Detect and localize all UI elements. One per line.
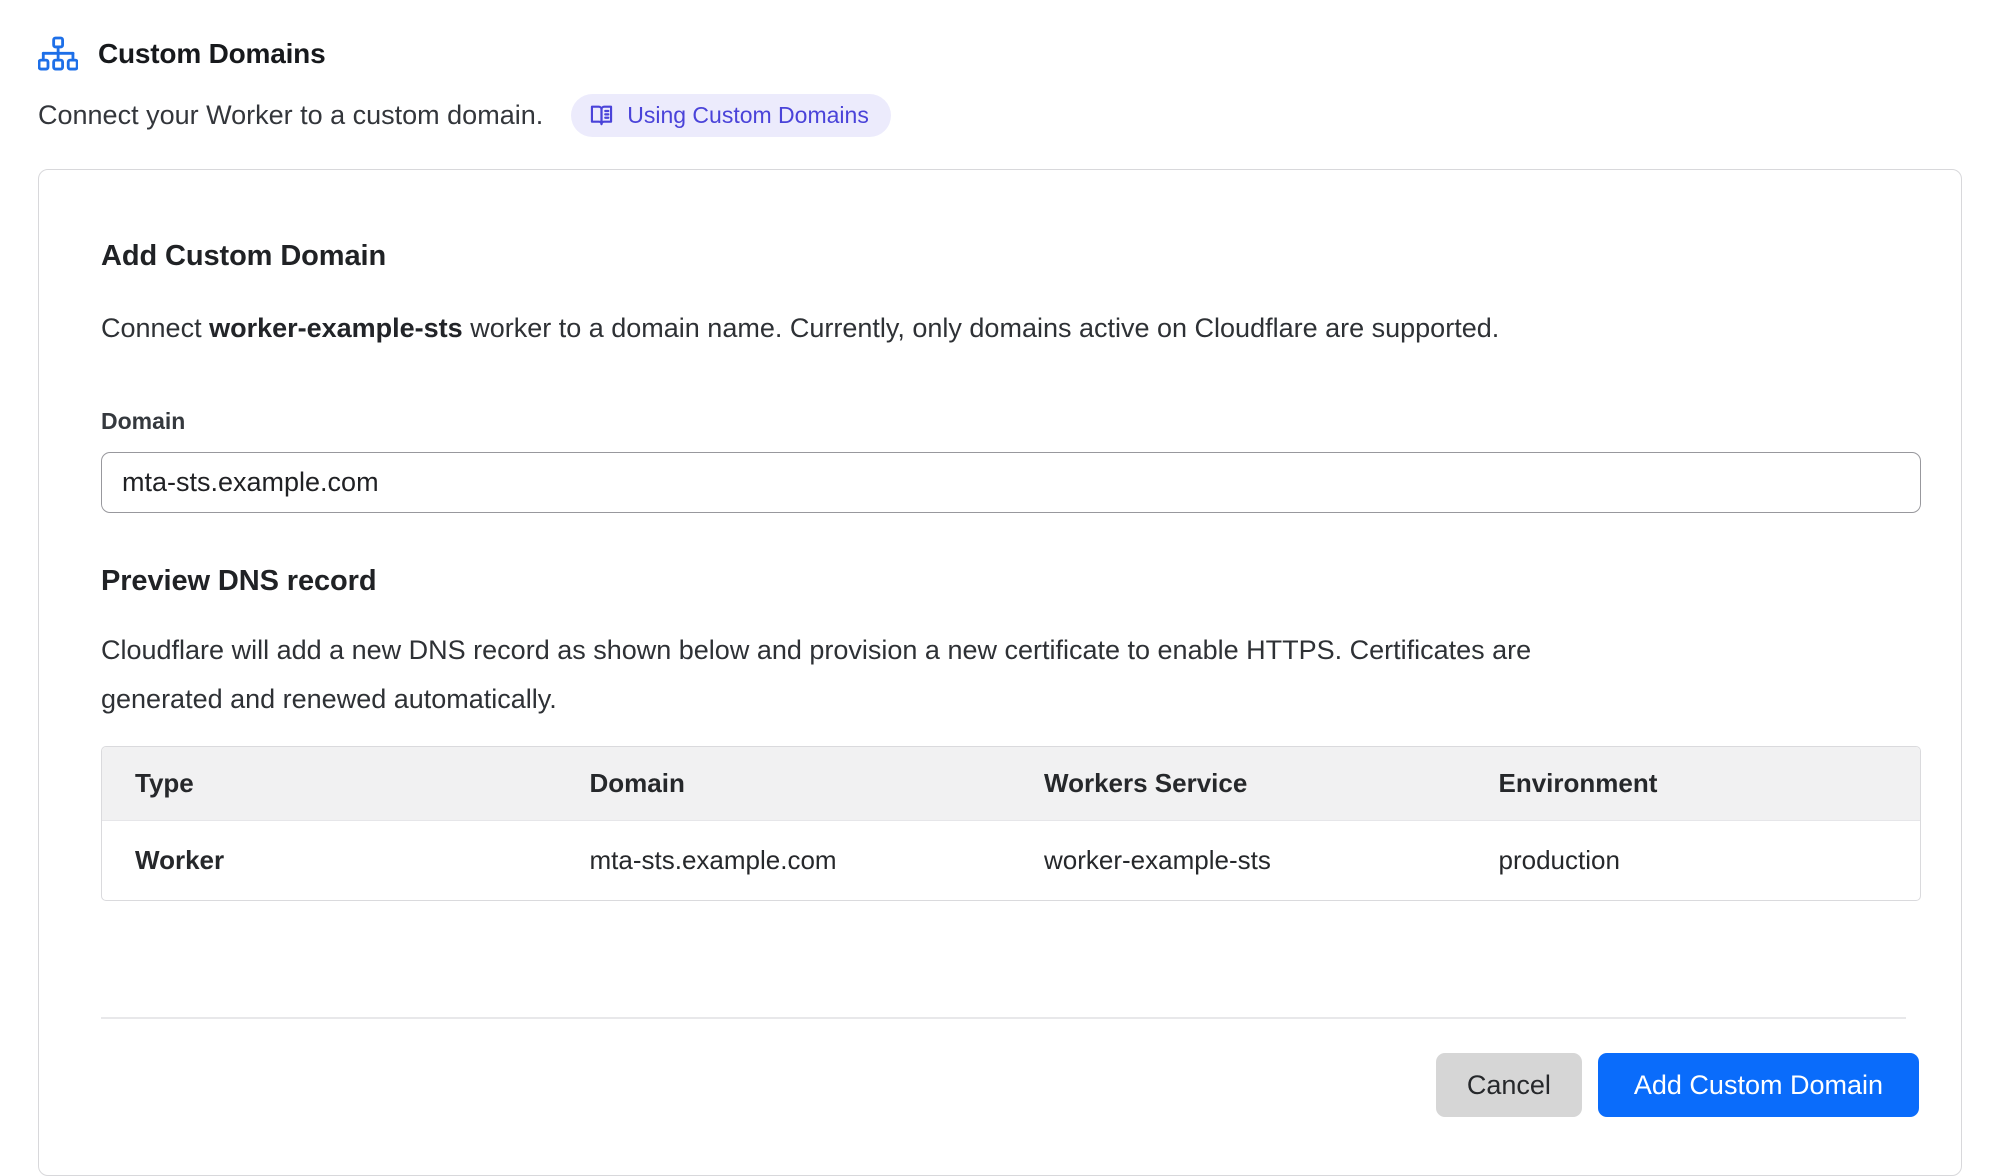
custom-domains-page: Custom Domains Connect your Worker to a … (0, 0, 1999, 1176)
card-intro-text: Connect worker-example-sts worker to a d… (101, 313, 1919, 344)
column-header-domain: Domain (557, 747, 1012, 820)
preview-dns-heading: Preview DNS record (101, 565, 1919, 598)
worker-name: worker-example-sts (209, 313, 463, 343)
domain-field-label: Domain (101, 408, 1919, 435)
footer-divider (101, 1017, 1906, 1019)
table-row: Worker mta-sts.example.com worker-exampl… (102, 821, 1920, 900)
docs-link-label: Using Custom Domains (627, 102, 869, 129)
page-title: Custom Domains (98, 38, 325, 70)
cell-environment: production (1466, 821, 1921, 900)
domain-input[interactable] (101, 452, 1921, 513)
preview-dns-description: Cloudflare will add a new DNS record as … (101, 626, 1919, 724)
sitemap-icon (38, 36, 78, 72)
page-header: Custom Domains (38, 36, 1961, 72)
cell-workers-service: worker-example-sts (1011, 821, 1466, 900)
open-book-icon (588, 102, 615, 129)
dns-preview-table: Type Domain Workers Service Environment … (101, 746, 1921, 901)
card-heading: Add Custom Domain (101, 240, 1919, 273)
cell-type: Worker (102, 821, 557, 900)
table-header-row: Type Domain Workers Service Environment (102, 747, 1920, 821)
page-subheader: Connect your Worker to a custom domain. … (38, 94, 1961, 137)
card-actions: Cancel Add Custom Domain (101, 1053, 1919, 1117)
column-header-workers-service: Workers Service (1011, 747, 1466, 820)
cell-domain: mta-sts.example.com (557, 821, 1012, 900)
column-header-type: Type (102, 747, 557, 820)
page-subtitle: Connect your Worker to a custom domain. (38, 100, 543, 131)
add-custom-domain-card: Add Custom Domain Connect worker-example… (38, 169, 1962, 1176)
column-header-environment: Environment (1466, 747, 1921, 820)
docs-link-badge[interactable]: Using Custom Domains (571, 94, 891, 137)
add-custom-domain-button[interactable]: Add Custom Domain (1598, 1053, 1919, 1117)
cancel-button[interactable]: Cancel (1436, 1053, 1582, 1117)
